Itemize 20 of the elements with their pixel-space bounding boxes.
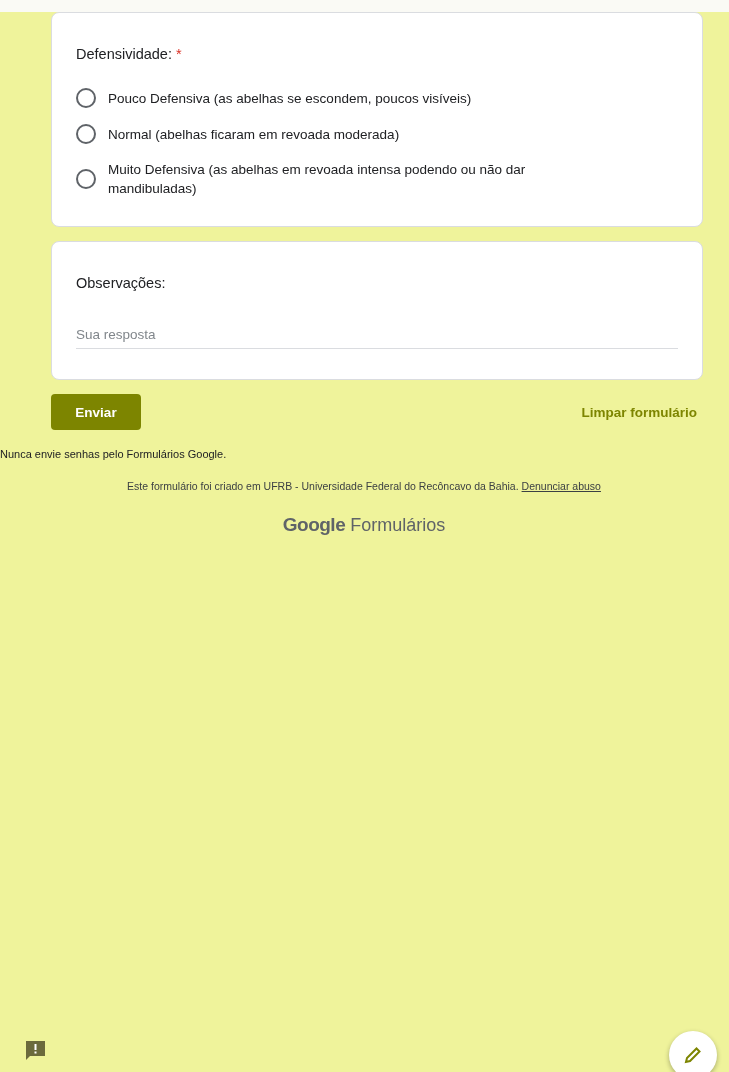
brand-logo: Google [282,514,346,536]
option-label: Normal (abelhas ficaram em revoada moderada) [108,125,400,144]
clear-form-link[interactable]: Limpar formulário [581,404,697,420]
required-mark: * [175,46,182,62]
brand-name: Formulários [350,515,446,536]
radio-button[interactable] [76,169,96,189]
question-title: Observações: [76,275,166,291]
warning-text: Nunca envie senhas pelo Formulários Google. [0,448,228,460]
pencil-icon [683,1045,703,1065]
question-title: Defensividade: [76,46,172,62]
report-abuse-link[interactable]: Denunciar abuso [521,480,601,492]
radio-button[interactable] [76,88,96,108]
submit-button[interactable]: Enviar [51,394,141,430]
feedback-icon[interactable] [25,1040,46,1061]
edit-button[interactable] [669,1031,717,1072]
footer-text: Este formulário foi criado em UFRB - Universidade Federal do Recôncavo da Bahia. Denunciar abuso [126,480,602,492]
option-label: Muito Defensiva (as abelhas em revoada intensa podendo ou não dar mandibuladas) [108,161,527,198]
answer-field[interactable]: Sua resposta [76,321,678,349]
option-label: Pouco Defensiva (as abelhas se escondem, poucos visíveis) [108,89,472,108]
radio-button[interactable] [76,124,96,144]
